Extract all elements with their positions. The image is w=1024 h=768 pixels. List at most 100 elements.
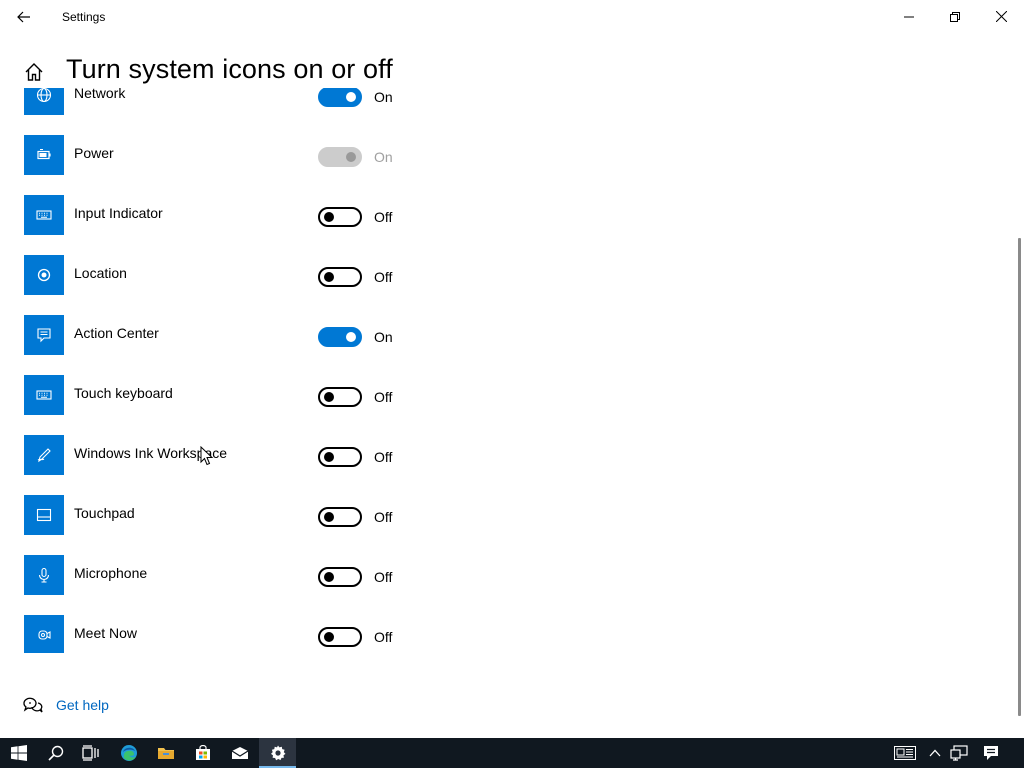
setting-row-microphone: Microphone Off: [0, 545, 1000, 605]
task-view-icon: [81, 745, 99, 761]
restore-icon: [950, 11, 960, 22]
store-icon: [195, 745, 210, 760]
scrollbar[interactable]: [1018, 238, 1021, 716]
settings-button[interactable]: [259, 738, 296, 768]
keyboard-icon: [24, 195, 64, 235]
pen-icon: [24, 435, 64, 475]
toggle-state-label: On: [374, 89, 393, 105]
edge-button[interactable]: [110, 738, 147, 768]
toggle-state-label: Off: [374, 269, 393, 285]
close-button[interactable]: [978, 0, 1024, 33]
toggle-knob: [324, 272, 334, 282]
setting-row-input-indicator: Input Indicator Off: [0, 185, 1000, 245]
setting-label: Microphone: [74, 565, 148, 581]
news-tray-button[interactable]: [890, 738, 920, 768]
microphone-icon: [24, 555, 64, 595]
toggle-state-label: Off: [374, 209, 393, 225]
setting-label: Windows Ink Workspace: [74, 445, 228, 461]
back-arrow-icon: [17, 11, 30, 23]
taskbar: [0, 738, 1024, 768]
task-view-button[interactable]: [72, 738, 109, 768]
store-button[interactable]: [184, 738, 221, 768]
title-bar: Settings: [0, 0, 1024, 33]
setting-row-power: Power On: [0, 125, 1000, 185]
action-center-icon: [24, 315, 64, 355]
toggle-switch[interactable]: [318, 447, 362, 467]
search-icon: [47, 745, 63, 761]
toggle-switch[interactable]: [318, 207, 362, 227]
setting-label: Network: [74, 88, 126, 101]
setting-row-network: Network On: [0, 88, 1000, 125]
start-icon: [10, 745, 27, 761]
toggle-switch[interactable]: [318, 627, 362, 647]
mail-button[interactable]: [221, 738, 258, 768]
network-tray-button[interactable]: [946, 738, 972, 768]
settings-list-viewport: Network On Power On Input Indicator Off Locati…: [0, 88, 1016, 653]
meet-now-icon: [24, 615, 64, 653]
file-explorer-button[interactable]: [147, 738, 184, 768]
setting-row-touchpad: Touchpad Off: [0, 485, 1000, 545]
toggle-switch[interactable]: [318, 327, 362, 347]
toggle-state-label: On: [374, 149, 393, 165]
start-button[interactable]: [0, 738, 37, 768]
toggle-state-label: Off: [374, 629, 393, 645]
setting-label: Location: [74, 265, 127, 281]
toggle-knob: [324, 392, 334, 402]
toggle-switch[interactable]: [318, 88, 362, 107]
notification-icon: [984, 746, 998, 760]
toggle-knob: [346, 152, 356, 162]
chevron-up-icon: [929, 749, 941, 757]
toggle-switch[interactable]: [318, 507, 362, 527]
setting-row-windows-ink-workspace: Windows Ink Workspace Off: [0, 425, 1000, 485]
toggle-state-label: On: [374, 329, 393, 345]
setting-label: Meet Now: [74, 625, 138, 641]
minimize-icon: [904, 16, 914, 17]
edge-icon: [120, 745, 137, 761]
toggle-knob: [324, 632, 334, 642]
settings-icon: [270, 745, 285, 761]
toggle-knob: [324, 512, 334, 522]
setting-label: Input Indicator: [74, 205, 163, 221]
file-explorer-icon: [157, 748, 174, 759]
network-icon: [24, 88, 64, 115]
page-title: Turn system icons on or off: [66, 54, 393, 84]
toggle-knob: [346, 92, 356, 102]
touchpad-icon: [24, 495, 64, 535]
keyboard-icon: [24, 375, 64, 415]
search-button[interactable]: [37, 738, 74, 768]
toggle-knob: [346, 332, 356, 342]
toggle-switch[interactable]: [318, 387, 362, 407]
restore-button[interactable]: [932, 0, 978, 33]
toggle-switch[interactable]: [318, 267, 362, 287]
setting-row-location: Location Off: [0, 245, 1000, 305]
toggle-state-label: Off: [374, 569, 393, 585]
home-icon: [25, 63, 43, 81]
close-icon: [995, 11, 1007, 22]
toggle-switch: [318, 147, 362, 167]
get-help-link[interactable]: Get help: [56, 697, 109, 713]
setting-label: Touchpad: [74, 505, 135, 521]
toggle-knob: [324, 572, 334, 582]
back-button[interactable]: [8, 4, 40, 30]
show-hidden-icons-button[interactable]: [924, 738, 946, 768]
toggle-state-label: Off: [374, 389, 393, 405]
setting-label: Touch keyboard: [74, 385, 173, 401]
minimize-button[interactable]: [886, 0, 932, 33]
setting-row-touch-keyboard: Touch keyboard Off: [0, 365, 1000, 425]
home-button[interactable]: [20, 58, 48, 86]
battery-icon: [24, 135, 64, 175]
toggle-knob: [324, 212, 334, 222]
toggle-knob: [324, 452, 334, 462]
system-icons-list: Network On Power On Input Indicator Off Locati…: [0, 88, 1000, 653]
action-center-tray-button[interactable]: [976, 738, 1006, 768]
toggle-state-label: Off: [374, 449, 393, 465]
toggle-switch[interactable]: [318, 567, 362, 587]
setting-label: Action Center: [74, 325, 159, 341]
news-icon: [894, 746, 916, 760]
setting-label: Power: [74, 145, 114, 161]
help-icon: [23, 697, 43, 713]
setting-row-meet-now: Meet Now Off: [0, 605, 1000, 653]
network-icon: [950, 745, 968, 761]
location-icon: [24, 255, 64, 295]
window-title: Settings: [62, 10, 106, 24]
